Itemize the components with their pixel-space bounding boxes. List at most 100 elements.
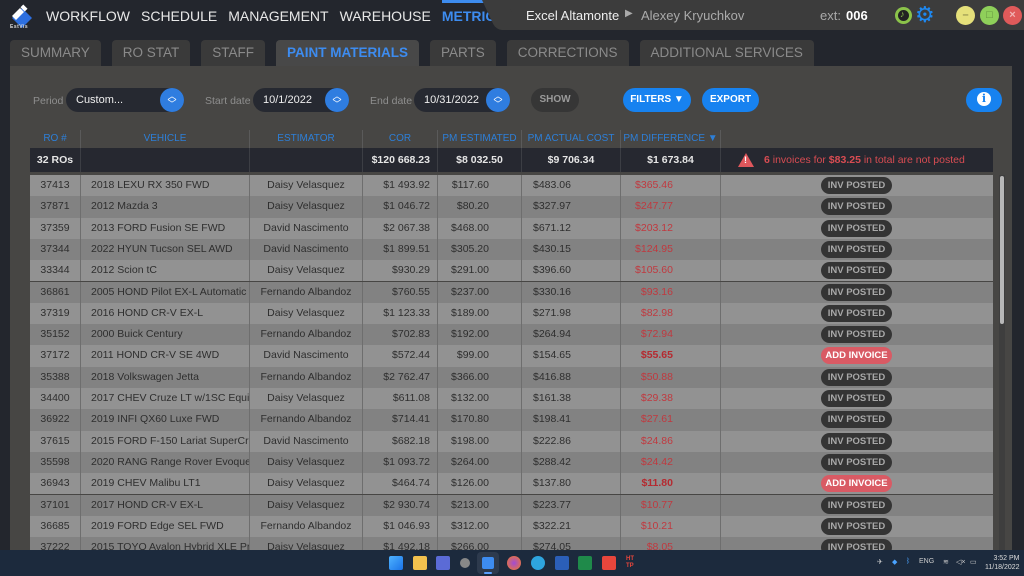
column-vehicle[interactable]: VEHICLE [81, 130, 250, 148]
scrollbar-thumb[interactable] [1000, 176, 1004, 324]
inv-posted-badge[interactable]: INV POSTED [821, 198, 892, 216]
table-row[interactable]: 35388 2018 Volkswagen Jetta Fernando Alban… [30, 366, 993, 388]
battery-icon[interactable]: ▭ [970, 558, 977, 566]
tab-paint-materials[interactable]: PAINT MATERIALS [276, 40, 420, 66]
start-date-field[interactable]: 10/1/2022 ︿ ﹀ [253, 88, 349, 112]
tab-staff[interactable]: STAFF [201, 40, 266, 66]
inv-posted-badge[interactable]: INV POSTED [821, 432, 892, 450]
table-row[interactable]: 37172 2011 HOND CR-V SE 4WD David Nascimen… [30, 345, 993, 367]
inv-posted-badge[interactable]: INV POSTED [821, 283, 892, 301]
inv-posted-badge[interactable]: INV POSTED [821, 496, 892, 514]
add-invoice-button[interactable]: ADD INVOICE [821, 475, 892, 493]
period-spinner-icon[interactable]: ︿ ﹀ [160, 88, 184, 112]
info-button[interactable]: i [966, 88, 1002, 112]
minimize-button[interactable]: – [956, 6, 975, 25]
table-row[interactable]: 35152 2000 Buick Century Fernando Albandoz… [30, 324, 993, 346]
inv-posted-badge[interactable]: INV POSTED [821, 411, 892, 429]
organization-name[interactable]: Excel Altamonte [526, 8, 619, 23]
nav-item-warehouse[interactable]: WAREHOUSE [340, 0, 431, 32]
maximize-button[interactable]: □ [980, 6, 999, 25]
table-row[interactable]: 37871 2012 Mazda 3 Daisy Velasquez $1 046.7… [30, 196, 993, 218]
inv-posted-badge[interactable]: INV POSTED [821, 453, 892, 471]
tab-ro-stat[interactable]: RO STAT [111, 40, 191, 66]
table-row[interactable]: 36943 2019 CHEV Malibu LT1 Daisy Velasquez… [30, 473, 993, 495]
vehicle-cell: 2011 HOND CR-V SE 4WD [81, 345, 250, 367]
table-row[interactable]: 36922 2019 INFI QX60 Luxe FWD Fernando Alb… [30, 409, 993, 431]
filters-button[interactable]: FILTERS ▼ [623, 88, 691, 112]
column-pm-actual-cost[interactable]: PM ACTUAL COST [522, 130, 621, 148]
table-row[interactable]: 37615 2015 FORD F-150 Lariat SuperCre... D… [30, 430, 993, 452]
nav-item-workflow[interactable]: WORKFLOW [46, 0, 130, 32]
inv-posted-badge[interactable]: INV POSTED [821, 517, 892, 535]
close-button[interactable]: × [1003, 6, 1022, 25]
end-date-field[interactable]: 10/31/2022 ︿ ﹀ [414, 88, 510, 112]
column-estimator[interactable]: ESTIMATOR [250, 130, 363, 148]
export-button[interactable]: EXPORT [702, 88, 759, 112]
column-pm-difference[interactable]: PM DIFFERENCE ▼ [621, 130, 721, 148]
system-clock[interactable]: 3:52 PM 11/18/2022 [985, 554, 1020, 572]
nav-item-management[interactable]: MANAGEMENT [228, 0, 328, 32]
ext-value: 006 [846, 8, 868, 23]
inv-posted-badge[interactable]: INV POSTED [821, 326, 892, 344]
excel-icon[interactable] [578, 556, 592, 570]
inv-posted-badge[interactable]: INV POSTED [821, 390, 892, 407]
pm-actual-cell: $288.42 [522, 451, 621, 474]
inv-posted-badge[interactable]: INV POSTED [821, 304, 892, 322]
table-row[interactable]: 34400 2017 CHEV Cruze LT w/1SC Equip ... D… [30, 388, 993, 410]
tab-summary[interactable]: SUMMARY [10, 40, 101, 66]
tab-additional-services[interactable]: ADDITIONAL SERVICES [639, 40, 814, 66]
save-app-icon[interactable] [436, 556, 450, 570]
period-select[interactable]: Custom... ︿ ﹀ [66, 88, 184, 112]
inv-posted-badge[interactable]: INV POSTED [821, 262, 892, 280]
volume-muted-icon[interactable]: ◁× [956, 558, 965, 566]
phone-icon[interactable]: ♪ [895, 7, 912, 24]
windows-start-icon[interactable] [389, 556, 403, 570]
vehicle-cell: 2015 FORD F-150 Lariat SuperCre... [81, 430, 250, 452]
security-tray-icon[interactable]: ◆ [892, 558, 897, 566]
nav-item-schedule[interactable]: SCHEDULE [141, 0, 217, 32]
column-cor[interactable]: COR [363, 130, 438, 148]
tab-parts[interactable]: PARTS [430, 40, 496, 66]
bluetooth-icon[interactable]: ᛒ [906, 558, 910, 565]
user-name[interactable]: Alexey Kryuchkov [641, 8, 744, 23]
firefox-icon[interactable] [507, 556, 521, 570]
pm-actual-cell: $322.21 [522, 515, 621, 538]
table-row[interactable]: 36685 2019 FORD Edge SEL FWD Fernando Alba… [30, 515, 993, 538]
table-row[interactable]: 37413 2018 LEXU RX 350 FWD Daisy Velasquez… [30, 175, 993, 197]
inv-posted-badge[interactable]: INV POSTED [821, 240, 892, 258]
tool-app-icon[interactable] [460, 558, 470, 568]
language-indicator[interactable]: ENG [919, 558, 934, 565]
pm-actual-cell: $396.60 [522, 260, 621, 282]
network-tray-icon[interactable]: ✈ [877, 558, 883, 566]
table-row[interactable]: 37319 2016 HOND CR-V EX-L Daisy Velasquez $… [30, 302, 993, 325]
inv-posted-badge[interactable]: INV POSTED [821, 539, 892, 550]
cor-cell: $464.74 [363, 473, 438, 495]
pm-actual-cell: $154.65 [522, 345, 621, 367]
telegram-icon[interactable] [531, 556, 545, 570]
start-date-spinner-icon[interactable]: ︿ ﹀ [325, 88, 349, 112]
add-invoice-button[interactable]: ADD INVOICE [821, 347, 892, 365]
word-icon[interactable] [555, 556, 569, 570]
inv-posted-badge[interactable]: INV POSTED [821, 177, 892, 194]
inv-posted-badge[interactable]: INV POSTED [821, 368, 892, 386]
table-row[interactable]: 37222 2015 TOYO Avalon Hybrid XLE Pr... Da… [30, 537, 993, 550]
http-toolkit-icon[interactable]: HT TP [626, 556, 640, 570]
show-button[interactable]: SHOW [531, 88, 579, 112]
file-explorer-icon[interactable] [413, 556, 427, 570]
column-ro[interactable]: RO # [30, 130, 81, 148]
table-row[interactable]: 355982020 RANG Range Rover Evoque S...Da… [30, 451, 993, 474]
end-date-spinner-icon[interactable]: ︿ ﹀ [486, 88, 510, 112]
estvis-taskbar-icon[interactable] [482, 557, 494, 569]
table-row[interactable]: 37101 2017 HOND CR-V EX-L Daisy Velasquez $… [30, 494, 993, 516]
table-row[interactable]: 36861 2005 HOND Pilot EX-L Automatic Ferna… [30, 281, 993, 303]
table-row[interactable]: 37359 2013 FORD Fusion SE FWD David Nascim… [30, 217, 993, 239]
gear-icon[interactable]: ⚙ [915, 3, 935, 27]
table-row[interactable]: 37344 2022 HYUN Tucson SEL AWD David Nasci… [30, 238, 993, 261]
column-pm-estimated[interactable]: PM ESTIMATED [438, 130, 522, 148]
inv-posted-badge[interactable]: INV POSTED [821, 219, 892, 237]
wifi-icon[interactable]: ≋ [943, 558, 949, 566]
tab-corrections[interactable]: CORRECTIONS [506, 40, 629, 66]
table-row[interactable]: 33344 2012 Scion tC Daisy Velasquez $930.29… [30, 260, 993, 282]
pm-actual-cell: $198.41 [522, 409, 621, 431]
anydesk-icon[interactable] [602, 556, 616, 570]
